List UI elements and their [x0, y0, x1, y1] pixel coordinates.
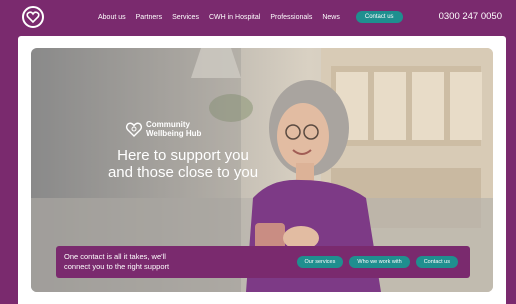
- heart-logo-icon[interactable]: [22, 6, 44, 28]
- hero-text-block: Community Wellbeing Hub Here to support …: [83, 120, 283, 181]
- brand-name-line1: Community: [146, 120, 190, 129]
- headline-line2: and those close to you: [107, 164, 259, 181]
- hero-contact-us-button[interactable]: Contact us: [415, 256, 458, 268]
- our-services-button[interactable]: Our services: [296, 256, 344, 268]
- contact-us-button[interactable]: Contact us: [355, 11, 403, 23]
- cta-message-line2: connect you to the right support: [64, 262, 170, 271]
- nav-about-us[interactable]: About us: [98, 14, 126, 21]
- brand-lockup: Community Wellbeing Hub: [125, 120, 283, 138]
- brand-name: Community Wellbeing Hub: [146, 120, 201, 138]
- nav-news[interactable]: News: [322, 14, 340, 21]
- main-content: Community Wellbeing Hub Here to support …: [18, 36, 506, 304]
- nav-professionals[interactable]: Professionals: [270, 14, 312, 21]
- main-nav: About us Partners Services CWH in Hospit…: [98, 11, 413, 23]
- hero-headline: Here to support you and those close to y…: [83, 147, 283, 181]
- cta-bar: One contact is all it takes, we'll conne…: [56, 246, 470, 278]
- headline-line1: Here to support you: [117, 147, 249, 164]
- who-we-work-with-button[interactable]: Who we work with: [349, 256, 410, 268]
- page: About us Partners Services CWH in Hospit…: [0, 0, 516, 304]
- nav-services[interactable]: Services: [172, 14, 199, 21]
- phone-number[interactable]: 0300 247 0050: [439, 11, 502, 22]
- cta-message: One contact is all it takes, we'll conne…: [64, 252, 224, 272]
- nav-partners[interactable]: Partners: [136, 14, 162, 21]
- cta-buttons: Our services Who we work with Contact us: [291, 256, 458, 268]
- hero-banner: Community Wellbeing Hub Here to support …: [31, 48, 493, 292]
- site-header: About us Partners Services CWH in Hospit…: [0, 0, 516, 36]
- brand-name-line2: Wellbeing Hub: [146, 129, 202, 138]
- nav-cwh-in-hospital[interactable]: CWH in Hospital: [209, 14, 260, 21]
- community-heart-icon: [125, 122, 143, 137]
- cta-message-line1: One contact is all it takes, we'll: [64, 252, 166, 261]
